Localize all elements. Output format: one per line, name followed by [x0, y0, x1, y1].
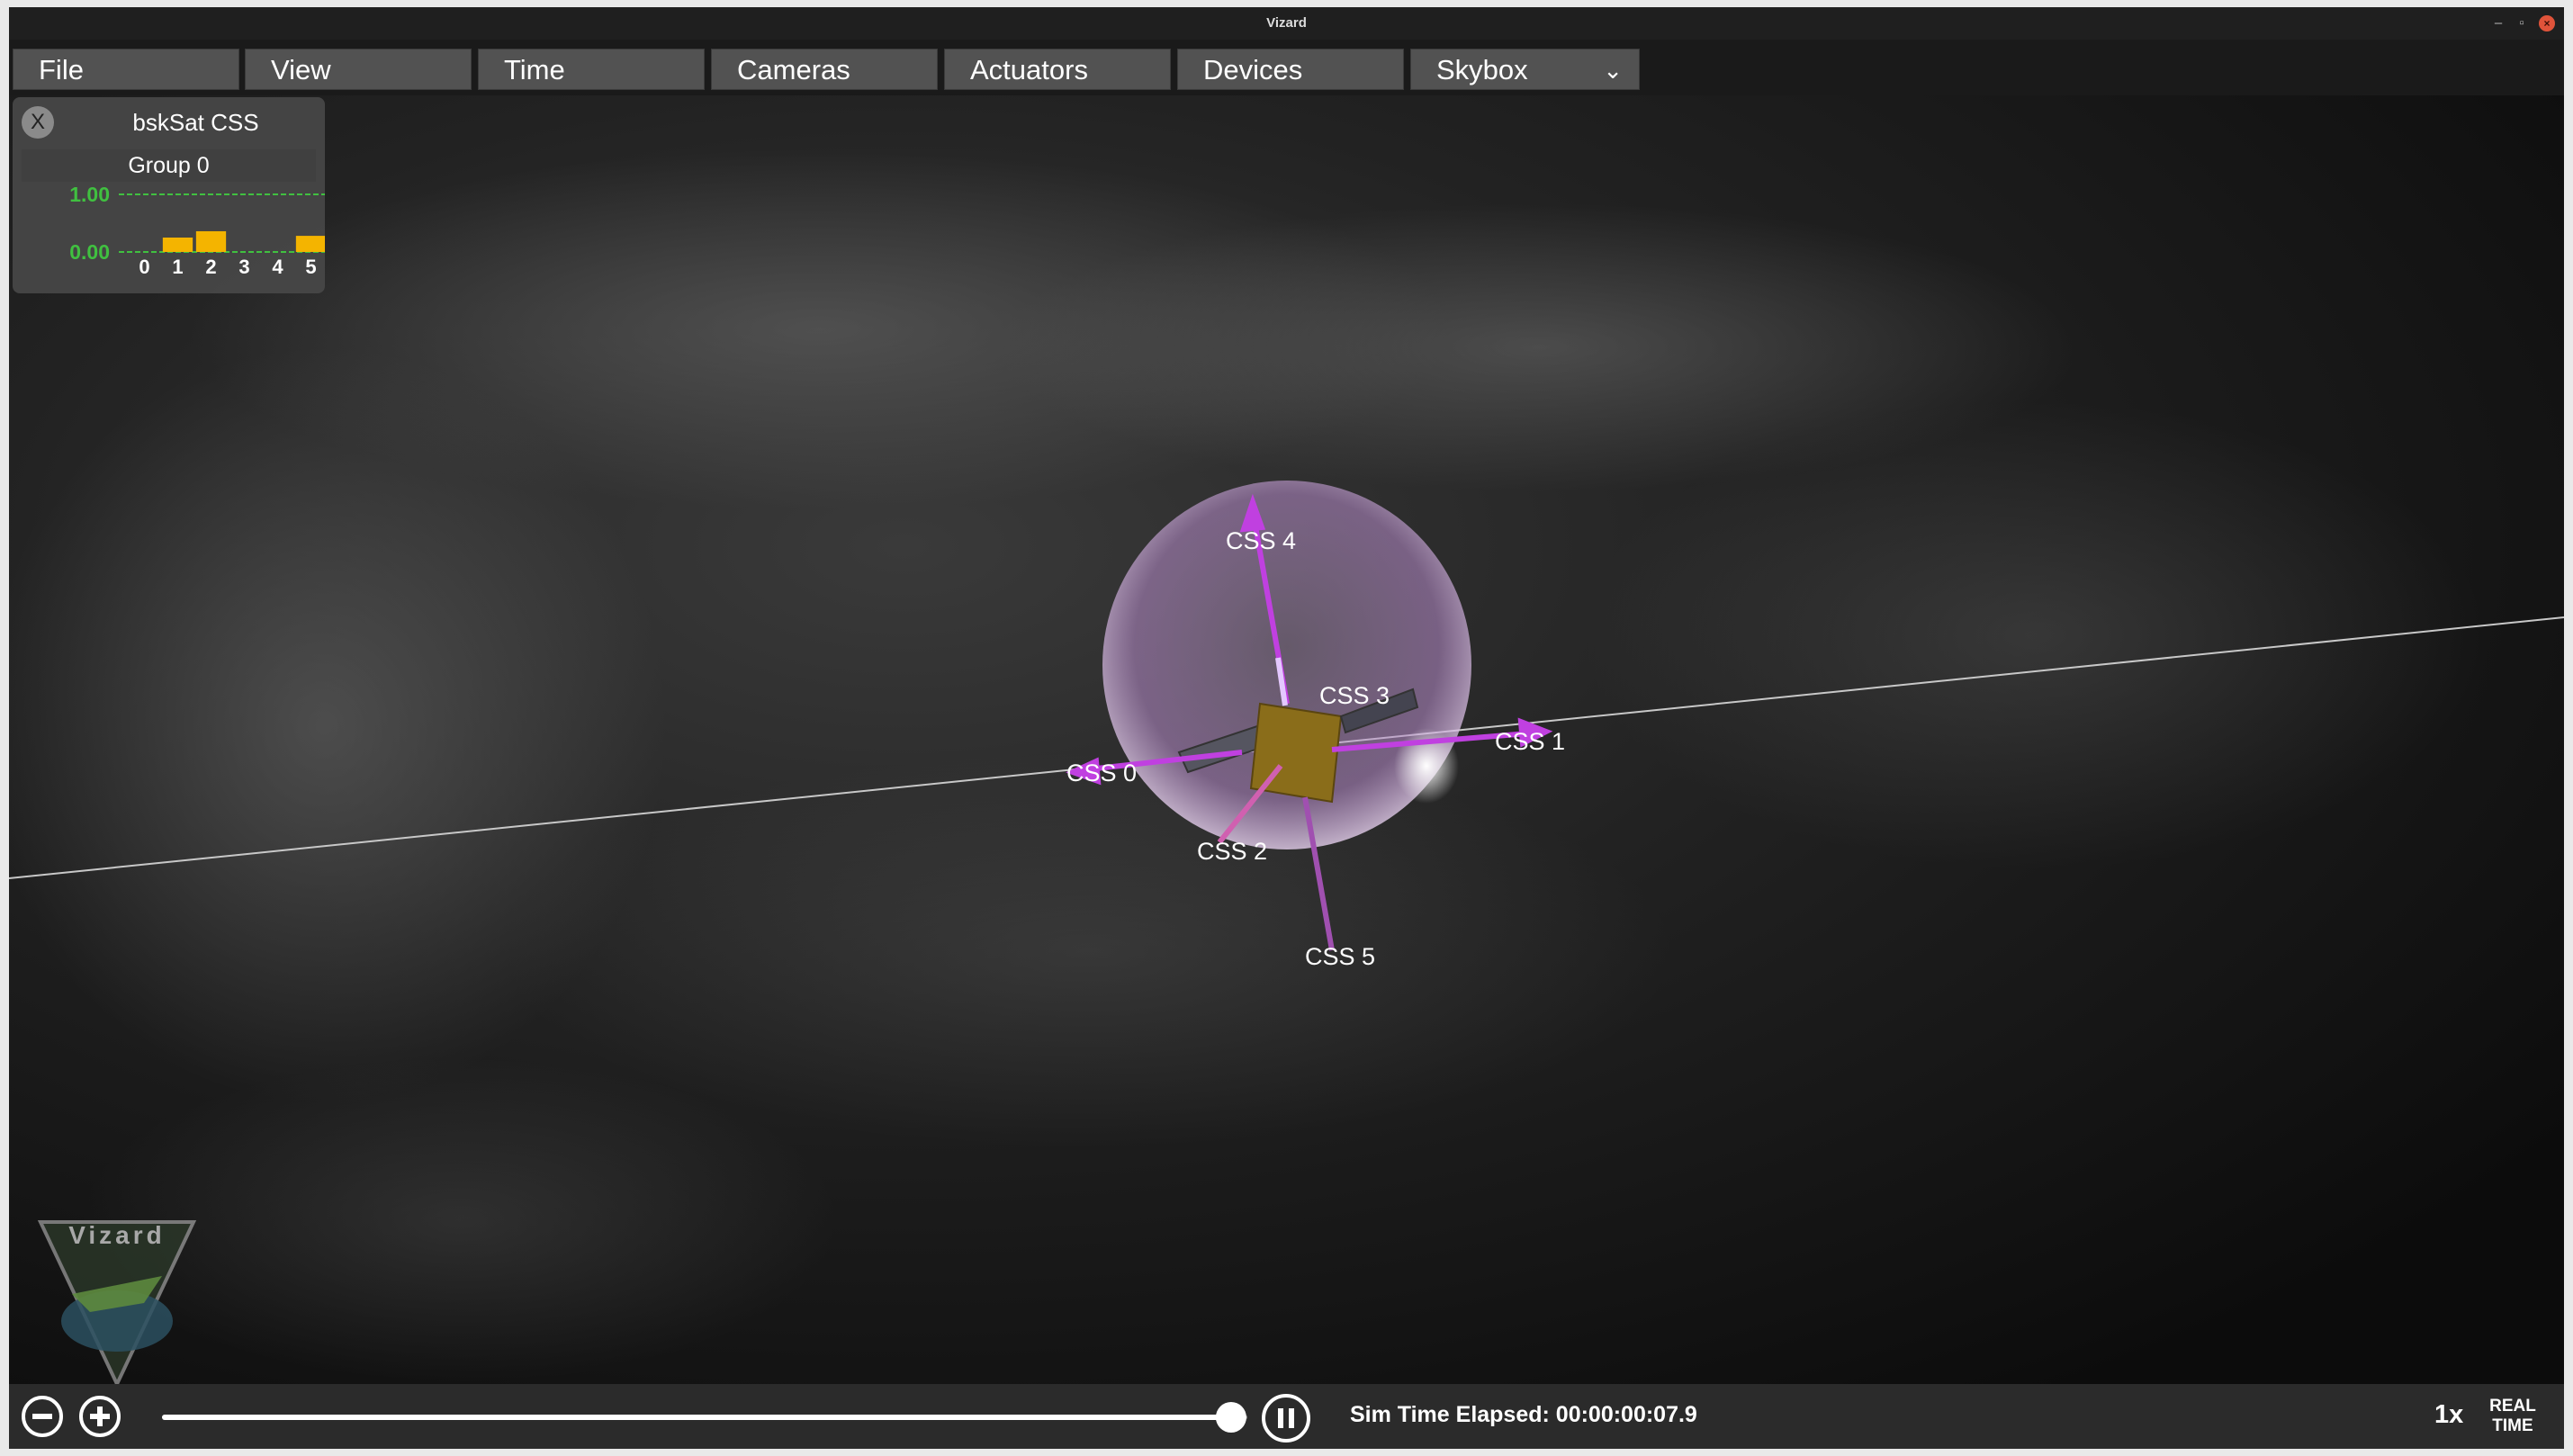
ytick-label-max: 1.00	[69, 183, 110, 206]
menu-time[interactable]: Time	[478, 49, 705, 90]
bar-css-5	[295, 236, 325, 252]
window-title: Vizard	[1266, 15, 1307, 31]
menu-bar: File View Time Cameras Actuators Devices…	[9, 40, 2564, 95]
playback-bar: Sim Time Elapsed: 00:00:00:07.9 1x REAL …	[9, 1384, 2564, 1449]
css0-label: CSS 0	[1066, 759, 1137, 786]
menu-skybox[interactable]: Skybox ⌄	[1410, 49, 1640, 90]
menu-actuators[interactable]: Actuators	[944, 49, 1171, 90]
xtick-label-2: 2	[205, 256, 216, 278]
scene-canvas: CSS 4 CSS 3 CSS 1 CSS 0 CSS 2 CSS 5	[9, 95, 2564, 1384]
zoom-out-button[interactable]	[22, 1396, 63, 1437]
bar-css-2	[195, 230, 227, 252]
sim-time-elapsed: Sim Time Elapsed: 00:00:00:07.9	[1350, 1402, 1697, 1427]
css-group-header: Group 0	[22, 149, 316, 182]
pause-button[interactable]	[1262, 1394, 1310, 1443]
xtick-label-3: 3	[238, 256, 249, 278]
css-bar-chart: 1.00 0.00 0 123 45	[69, 183, 325, 278]
css-panel-title: bskSat CSS	[132, 109, 259, 136]
logo-text: Vizard	[68, 1221, 166, 1249]
menu-view[interactable]: View	[245, 49, 472, 90]
menu-cameras[interactable]: Cameras	[711, 49, 938, 90]
real-time-label-line1: REAL	[2489, 1397, 2536, 1416]
css1-label: CSS 1	[1495, 728, 1565, 755]
real-time-toggle[interactable]: REAL TIME	[2486, 1397, 2540, 1436]
plus-circle-icon	[90, 1407, 110, 1426]
css5-label: CSS 5	[1305, 943, 1375, 970]
minus-circle-icon	[32, 1414, 52, 1419]
css3-label: CSS 3	[1319, 682, 1390, 709]
css-panel-close-button[interactable]: X	[22, 106, 54, 139]
menu-skybox-label: Skybox	[1436, 54, 1528, 85]
xtick-label-0: 0	[139, 256, 149, 278]
bar-css-1	[162, 238, 193, 252]
css4-label: CSS 4	[1226, 527, 1296, 554]
css2-label: CSS 2	[1197, 838, 1267, 865]
zoom-in-button[interactable]	[79, 1396, 121, 1437]
minimize-button[interactable]: –	[2490, 15, 2506, 31]
pause-icon	[1278, 1408, 1294, 1428]
title-bar: Vizard – ▫ ×	[9, 7, 2564, 40]
timeline-slider[interactable]	[162, 1402, 1265, 1433]
chevron-down-icon: ⌄	[1603, 57, 1623, 84]
menu-devices[interactable]: Devices	[1177, 49, 1404, 90]
xtick-label-4: 4	[272, 256, 283, 278]
real-time-label-line2: TIME	[2492, 1416, 2533, 1435]
maximize-button[interactable]: ▫	[2514, 15, 2530, 31]
timeline-fill	[162, 1415, 1231, 1420]
xtick-label-1: 1	[172, 256, 183, 278]
ytick-label-min: 0.00	[69, 240, 110, 264]
close-window-button[interactable]: ×	[2539, 15, 2555, 31]
menu-file[interactable]: File	[13, 49, 239, 90]
3d-viewport[interactable]: CSS 4 CSS 3 CSS 1 CSS 0 CSS 2 CSS 5	[9, 95, 2564, 1384]
xtick-label-5: 5	[305, 256, 316, 278]
vizard-logo: Vizard	[37, 1220, 197, 1389]
playback-speed[interactable]: 1x	[2434, 1400, 2463, 1430]
vizard-window: Vizard – ▫ × File View Time Cameras Actu…	[9, 7, 2564, 1449]
css-panel: X bskSat CSS Group 0 1.00 0.00 0 123 45	[13, 97, 325, 293]
timeline-handle[interactable]	[1215, 1402, 1246, 1433]
